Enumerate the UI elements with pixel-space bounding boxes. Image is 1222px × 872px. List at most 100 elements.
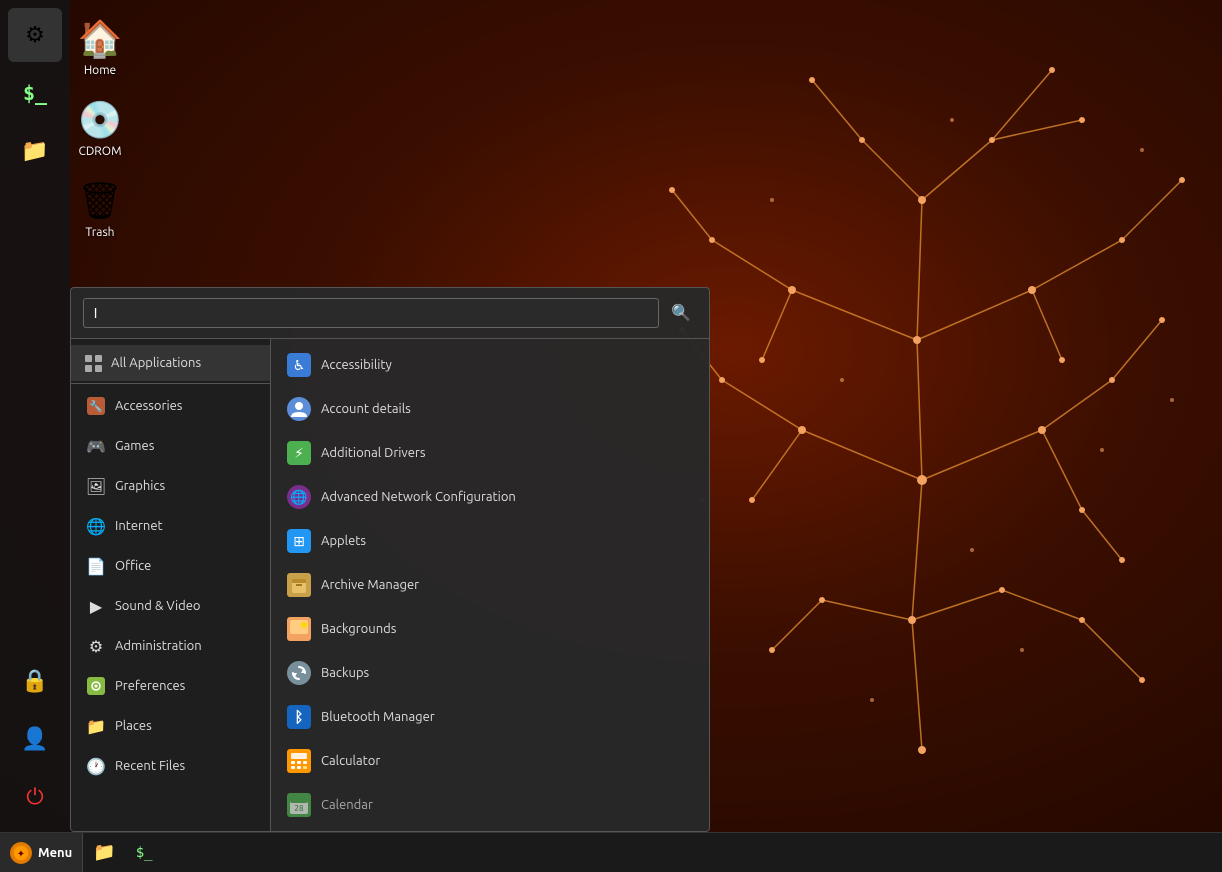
trash-icon: 🗑 (76, 176, 124, 224)
category-recent[interactable]: 🕐 Recent Files (71, 746, 270, 786)
app-label-backgrounds: Backgrounds (321, 622, 396, 636)
backups-app-icon (287, 661, 311, 685)
sidebar: ⚙ $_ 📁 🔒 👤 ⏻ (0, 0, 70, 832)
desktop-icon-home[interactable]: 🏠 Home (60, 10, 140, 81)
menu-apps-list: ♿ Accessibility Account details ⚡ Additi… (271, 339, 709, 831)
preferences-icon (85, 675, 107, 697)
app-item-applets[interactable]: ⊞ Applets (271, 519, 709, 563)
sidebar-item-power[interactable]: ⏻ (8, 770, 62, 824)
accessibility-app-icon: ♿ (287, 353, 311, 377)
app-item-additional-drivers[interactable]: ⚡ Additional Drivers (271, 431, 709, 475)
places-icon: 📁 (85, 715, 107, 737)
svg-text:⊞: ⊞ (293, 533, 305, 549)
sound-video-icon: ▶ (85, 595, 107, 617)
app-label-accessibility: Accessibility (321, 358, 392, 372)
app-label-archive-manager: Archive Manager (321, 578, 419, 592)
category-all-label: All Applications (111, 356, 201, 370)
svg-text:⚡: ⚡ (294, 445, 304, 461)
app-label-calendar: Calendar (321, 798, 373, 812)
settings-icon: ⚙ (25, 22, 45, 48)
office-icon: 📄 (85, 555, 107, 577)
files-taskbar-icon: 📁 (93, 842, 115, 863)
svg-text:✦: ✦ (17, 848, 25, 859)
additional-drivers-app-icon: ⚡ (287, 441, 311, 465)
menu-popup: 🔍 All Applications 🔧 Accessories (70, 287, 710, 832)
app-label-bluetooth: Bluetooth Manager (321, 710, 435, 724)
accessories-icon: 🔧 (85, 395, 107, 417)
lock-icon: 🔒 (21, 668, 48, 694)
app-label-calculator: Calculator (321, 754, 380, 768)
category-games-label: Games (115, 439, 154, 453)
category-administration-label: Administration (115, 639, 202, 653)
account-details-app-icon (287, 397, 311, 421)
sidebar-item-terminal[interactable]: $_ (8, 66, 62, 120)
category-graphics-label: Graphics (115, 479, 165, 493)
category-preferences[interactable]: Preferences (71, 666, 270, 706)
category-sound-video-label: Sound & Video (115, 599, 201, 613)
category-places[interactable]: 📁 Places (71, 706, 270, 746)
recent-icon: 🕐 (85, 755, 107, 777)
taskbar-menu-label: Menu (38, 846, 72, 860)
category-accessories[interactable]: 🔧 Accessories (71, 386, 270, 426)
taskbar-app-files[interactable]: 📁 (83, 833, 125, 872)
svg-text:28: 28 (294, 804, 304, 813)
category-internet[interactable]: 🌐 Internet (71, 506, 270, 546)
sidebar-item-settings[interactable]: ⚙ (8, 8, 62, 62)
users-icon: 👤 (21, 726, 48, 752)
home-icon: 🏠 (76, 14, 124, 62)
app-item-backgrounds[interactable]: Backgrounds (271, 607, 709, 651)
category-graphics[interactable]: 🖼 Graphics (71, 466, 270, 506)
app-item-bluetooth[interactable]: ᛒ Bluetooth Manager (271, 695, 709, 739)
category-places-label: Places (115, 719, 152, 733)
calculator-app-icon (287, 749, 311, 773)
app-item-calendar[interactable]: 28 Calendar (271, 783, 709, 827)
app-item-calculator[interactable]: Calculator (271, 739, 709, 783)
app-item-advanced-network[interactable]: 🌐 Advanced Network Configuration (271, 475, 709, 519)
app-item-accessibility[interactable]: ♿ Accessibility (271, 343, 709, 387)
taskbar-app-terminal[interactable]: $_ (126, 833, 163, 872)
app-item-archive-manager[interactable]: Archive Manager (271, 563, 709, 607)
category-recent-label: Recent Files (115, 759, 185, 773)
sidebar-item-files[interactable]: 📁 (8, 124, 62, 178)
sidebar-item-lock[interactable]: 🔒 (8, 654, 62, 708)
menu-categories: All Applications 🔧 Accessories 🎮 Games 🖼… (71, 339, 271, 831)
advanced-network-app-icon: 🌐 (287, 485, 311, 509)
app-label-advanced-network: Advanced Network Configuration (321, 490, 516, 504)
category-accessories-label: Accessories (115, 399, 182, 413)
desktop-icon-trash[interactable]: 🗑 Trash (60, 172, 140, 243)
menu-search-bar: 🔍 (71, 288, 709, 339)
app-label-additional-drivers: Additional Drivers (321, 446, 425, 460)
app-item-backups[interactable]: Backups (271, 651, 709, 695)
all-apps-icon (85, 354, 103, 372)
category-games[interactable]: 🎮 Games (71, 426, 270, 466)
desktop-icon-cdrom[interactable]: 💿 CDROM (60, 91, 140, 162)
svg-text:♿: ♿ (293, 357, 306, 373)
category-administration[interactable]: ⚙ Administration (71, 626, 270, 666)
home-icon-label: Home (84, 64, 116, 77)
sidebar-item-users[interactable]: 👤 (8, 712, 62, 766)
search-button[interactable]: 🔍 (665, 299, 697, 327)
files-icon: 📁 (21, 138, 48, 164)
backgrounds-app-icon (287, 617, 311, 641)
category-sound-video[interactable]: ▶ Sound & Video (71, 586, 270, 626)
app-label-applets: Applets (321, 534, 366, 548)
calendar-app-icon: 28 (287, 793, 311, 817)
app-item-account-details[interactable]: Account details (271, 387, 709, 431)
games-icon: 🎮 (85, 435, 107, 457)
svg-text:ᛒ: ᛒ (294, 708, 303, 725)
app-label-backups: Backups (321, 666, 369, 680)
desktop-icons-area: 🏠 Home 💿 CDROM 🗑 Trash (60, 10, 140, 243)
bluetooth-app-icon: ᛒ (287, 705, 311, 729)
archive-manager-app-icon (287, 573, 311, 597)
power-icon: ⏻ (26, 784, 43, 810)
category-office[interactable]: 📄 Office (71, 546, 270, 586)
menu-logo-icon: ✦ (10, 842, 32, 864)
search-input[interactable] (83, 298, 659, 328)
terminal-icon: $_ (23, 81, 47, 105)
svg-text:🔧: 🔧 (89, 399, 103, 413)
category-all[interactable]: All Applications (71, 345, 270, 381)
terminal-taskbar-icon: $_ (136, 845, 153, 861)
category-preferences-label: Preferences (115, 679, 185, 693)
taskbar-menu-button[interactable]: ✦ Menu (0, 833, 83, 872)
applets-app-icon: ⊞ (287, 529, 311, 553)
